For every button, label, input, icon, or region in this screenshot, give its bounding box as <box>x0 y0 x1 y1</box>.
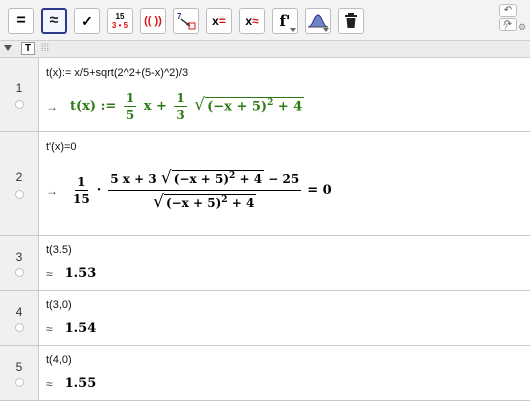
collapse-triangle-icon[interactable] <box>4 45 12 51</box>
dropdown-caret-icon <box>323 28 329 32</box>
fraction: 1 3 <box>174 91 187 122</box>
visibility-toggle-icon[interactable] <box>15 378 24 387</box>
dropdown-caret-icon <box>290 28 296 32</box>
output-formula: t(x) := 1 5 x + 1 3 √ (−x + 5)2 + 4 <box>70 91 305 122</box>
fraction: 5 x + 3 √ (−x + 5)2 + 4 − 25 √ (−x + 5)2… <box>108 168 302 212</box>
result-value: 1.54 <box>64 321 97 336</box>
undo-icon[interactable]: ↶ <box>499 4 517 17</box>
row-output: ≈ 1.54 <box>46 321 97 336</box>
row-output: → 1 15 · 5 x + 3 √ (−x + 5)2 + 4 − 25 √ … <box>46 168 332 212</box>
visibility-toggle-icon[interactable] <box>15 100 24 109</box>
fraction: 1 5 <box>123 91 137 122</box>
output-formula: 1 15 · 5 x + 3 √ (−x + 5)2 + 4 − 25 √ (−… <box>73 168 332 212</box>
fraction: 1 15 <box>73 175 90 206</box>
evaluate-button[interactable]: = <box>8 8 34 34</box>
cas-row-3[interactable]: 3 t(3.5) ≈ 1.53 <box>0 236 530 291</box>
result-value: 1.53 <box>64 266 97 281</box>
cas-toolbar: = ≈ ✓ 15 3 • 5 (( )) 7 x= x≈ f' ↶ ↷ ? ⚙ <box>0 0 530 41</box>
table-style-icon[interactable]: ⁞⁞⁞ <box>38 42 52 55</box>
row-output: → t(x) := 1 5 x + 1 3 √ (−x + 5)2 + 4 <box>46 91 305 122</box>
cas-row-1[interactable]: 1 t(x):= x/5+sqrt(2^2+(5-x)^2)/3 → t(x) … <box>0 58 530 132</box>
cas-row-2[interactable]: 2 t'(x)=0 → 1 15 · 5 x + 3 √ (−x + 5)2 +… <box>0 132 530 236</box>
numeric-button[interactable]: ≈ <box>41 8 67 34</box>
substitute-icon: 7 <box>177 12 196 30</box>
help-icon[interactable]: ? <box>503 22 508 32</box>
visibility-toggle-icon[interactable] <box>15 268 24 277</box>
solve-numerically-button[interactable]: x≈ <box>239 8 265 34</box>
result-value: 1.55 <box>64 376 97 391</box>
row-number-cell[interactable]: 4 <box>0 291 39 345</box>
row-input[interactable]: t(3.5) <box>46 244 72 256</box>
row-number-cell[interactable]: 3 <box>0 236 39 290</box>
row-input[interactable]: t(4,0) <box>46 354 72 366</box>
substitute-button[interactable]: 7 <box>173 8 199 34</box>
row-number-cell[interactable]: 5 <box>0 346 39 400</box>
square-root: √ (−x + 5)2 + 4 <box>194 95 305 115</box>
trash-icon <box>345 13 357 28</box>
row-input[interactable]: t(x):= x/5+sqrt(2^2+(5-x)^2)/3 <box>46 67 188 79</box>
probability-calculator-button[interactable] <box>305 8 331 34</box>
visibility-toggle-icon[interactable] <box>15 323 24 332</box>
row-number-cell[interactable]: 1 <box>0 58 39 131</box>
expand-button[interactable]: (( )) <box>140 8 166 34</box>
cas-row-4[interactable]: 4 t(3,0) ≈ 1.54 <box>0 291 530 346</box>
row-output: ≈ 1.55 <box>46 376 97 391</box>
factor-button[interactable]: 15 3 • 5 <box>107 8 133 34</box>
settings-icon[interactable]: ⚙ <box>518 22 526 33</box>
style-bar: T ⁞⁞⁞ <box>0 41 530 58</box>
row-input[interactable]: t'(x)=0 <box>46 141 77 153</box>
solve-button[interactable]: x= <box>206 8 232 34</box>
delete-button[interactable] <box>338 8 364 34</box>
keep-input-button[interactable]: ✓ <box>74 8 100 34</box>
row-output: ≈ 1.53 <box>46 266 97 281</box>
cas-row-5[interactable]: 5 t(4,0) ≈ 1.55 <box>0 346 530 401</box>
text-style-button[interactable]: T <box>21 42 35 55</box>
derivative-button[interactable]: f' <box>272 8 298 34</box>
visibility-toggle-icon[interactable] <box>15 190 24 199</box>
row-input[interactable]: t(3,0) <box>46 299 72 311</box>
row-number-cell[interactable]: 2 <box>0 132 39 235</box>
